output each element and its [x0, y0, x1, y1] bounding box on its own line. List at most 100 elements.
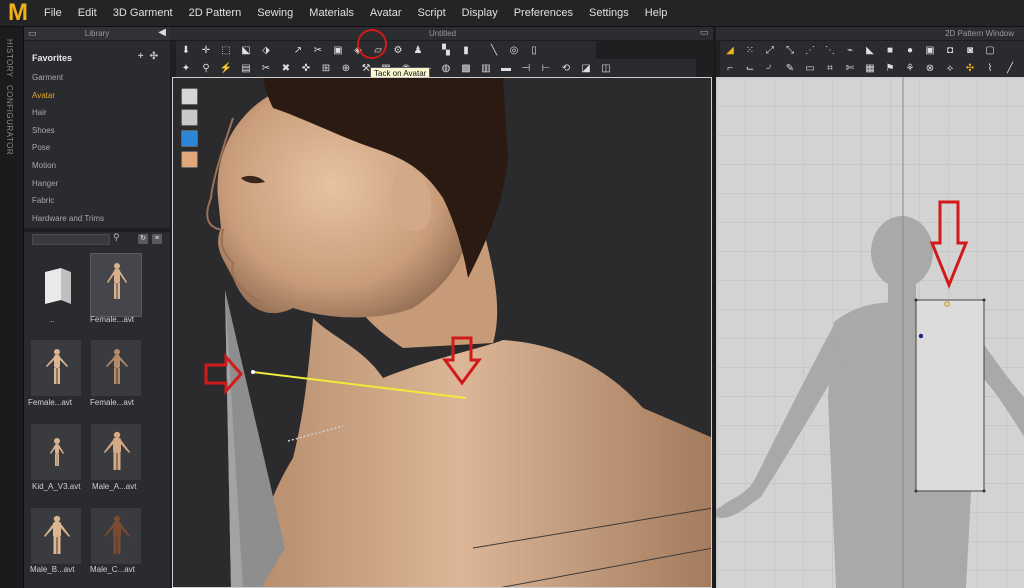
trim-icon[interactable]: ✜	[296, 61, 316, 77]
sewing-icon[interactable]: ⌐	[720, 61, 740, 77]
garment-fit-icon[interactable]: ⚙	[388, 43, 408, 59]
menu-sewing[interactable]: Sewing	[249, 0, 301, 27]
fit-suit-icon[interactable]: ♟	[408, 43, 428, 59]
arrangement-point-icon[interactable]: ⚲	[196, 61, 216, 77]
check-icon[interactable]: ◫	[596, 61, 616, 77]
zipper-icon[interactable]: ✂	[256, 61, 276, 77]
menu-display[interactable]: Display	[454, 0, 506, 27]
internal-polygon-icon[interactable]: ⌁	[840, 43, 860, 59]
ruler-2d-icon[interactable]: ⌇	[980, 61, 1000, 77]
category-shoes[interactable]: Shoes	[24, 122, 170, 140]
skin-display-icon[interactable]	[181, 151, 198, 168]
graphic-icon[interactable]: ⊕	[336, 61, 356, 77]
curve-icon[interactable]: ⤡	[780, 43, 800, 59]
menu-materials[interactable]: Materials	[301, 0, 362, 27]
avatar-display-icon[interactable]	[181, 109, 198, 126]
cut-icon[interactable]: ✄	[840, 61, 860, 77]
segment-sewing-icon[interactable]: ⌙	[740, 61, 760, 77]
select-icon[interactable]: ⬇	[176, 43, 196, 59]
arrange-icon[interactable]: ✂	[308, 43, 328, 59]
menu-avatar[interactable]: Avatar	[362, 0, 410, 27]
fold-2d-icon[interactable]: ⌗	[820, 61, 840, 77]
library-item-avatar[interactable]	[30, 507, 82, 565]
topstitch-icon[interactable]: ✖	[276, 61, 296, 77]
menu-preferences[interactable]: Preferences	[506, 0, 581, 27]
graphic-2d-icon[interactable]: ⊗	[920, 61, 940, 77]
transform-icon[interactable]: ⬕	[236, 43, 256, 59]
add-favorite-icons[interactable]: +✣	[138, 51, 164, 62]
snapshot-icon[interactable]: ◍	[436, 61, 456, 77]
menu-3d-garment[interactable]: 3D Garment	[105, 0, 181, 27]
clone-icon[interactable]: ◪	[576, 61, 596, 77]
garment-display-icon[interactable]	[181, 88, 198, 105]
button-tool-icon[interactable]: ▤	[236, 61, 256, 77]
library-item-avatar[interactable]	[30, 423, 82, 481]
pin-2d-icon[interactable]: ✣	[960, 61, 980, 77]
edit-pattern-icon[interactable]: ⬗	[256, 43, 276, 59]
ruler-icon[interactable]: ▯	[524, 43, 544, 59]
library-search-input[interactable]	[32, 234, 110, 245]
steam-icon[interactable]: ◎	[504, 43, 524, 59]
check-sewing-icon[interactable]: ✎	[780, 61, 800, 77]
tack-icon[interactable]: ▣	[328, 43, 348, 59]
line-2d-icon[interactable]: ╱	[1000, 61, 1020, 77]
pattern-flatten-icon[interactable]: ▥	[476, 61, 496, 77]
shirt-icon[interactable]: ▚	[436, 43, 456, 59]
library-item-avatar[interactable]	[90, 423, 142, 481]
collapse-arrow-icon[interactable]: ◀	[158, 27, 166, 38]
puckering-icon[interactable]: ⊞	[316, 61, 336, 77]
library-item-avatar[interactable]	[90, 339, 142, 397]
add-point-icon[interactable]: ⋰	[800, 43, 820, 59]
category-hair[interactable]: Hair	[24, 104, 170, 122]
internal-rectangle-icon[interactable]: ▣	[920, 43, 940, 59]
fabric-icon[interactable]: ▩	[456, 61, 476, 77]
float-panel-icon[interactable]: ▭	[28, 28, 37, 39]
polygon-icon[interactable]: ⋱	[820, 43, 840, 59]
internal-shape-icon[interactable]: ▢	[980, 43, 1000, 59]
library-item-parent-folder[interactable]	[30, 253, 82, 311]
needle-icon[interactable]: ╲	[484, 43, 504, 59]
category-hardware-and-trims[interactable]: Hardware and Trims	[24, 210, 170, 228]
dart-icon[interactable]: ◙	[960, 43, 980, 59]
edit-point-icon[interactable]: ⁙	[740, 43, 760, 59]
avatar-pose-icon[interactable]: ✦	[176, 61, 196, 77]
edit-curvature-icon[interactable]: ⤢	[760, 43, 780, 59]
favorites-row[interactable]: Favorites +✣	[24, 47, 170, 69]
pattern-icon[interactable]: ◣	[860, 43, 880, 59]
reset-icon[interactable]: ⟲	[556, 61, 576, 77]
texture-2d-icon[interactable]: ⟡	[940, 61, 960, 77]
tab-configurator[interactable]: CONFIGURATOR	[5, 85, 14, 155]
menu-2d-pattern[interactable]: 2D Pattern	[181, 0, 250, 27]
menu-help[interactable]: Help	[637, 0, 676, 27]
menu-file[interactable]: File	[36, 0, 70, 27]
solidify-icon[interactable]: ▬	[496, 61, 516, 77]
refresh-icon[interactable]: ↻	[138, 234, 148, 244]
float-window-icon[interactable]: ▭	[700, 27, 709, 38]
category-pose[interactable]: Pose	[24, 139, 170, 157]
category-avatar[interactable]: Avatar	[24, 87, 170, 105]
hide-icon[interactable]: ⊣	[516, 61, 536, 77]
rectangle-icon[interactable]: ■	[880, 43, 900, 59]
move-icon[interactable]: ✛	[196, 43, 216, 59]
seam-allowance-icon[interactable]: ⚑	[880, 61, 900, 77]
pin-icon[interactable]: ▮	[456, 43, 476, 59]
menu-script[interactable]: Script	[410, 0, 454, 27]
viewport-2d[interactable]	[716, 77, 1024, 588]
menu-settings[interactable]: Settings	[581, 0, 637, 27]
binding-icon[interactable]: ⚘	[900, 61, 920, 77]
category-hanger[interactable]: Hanger	[24, 175, 170, 193]
internal-circle-icon[interactable]: ◘	[940, 43, 960, 59]
library-item-avatar[interactable]	[90, 253, 142, 317]
list-view-icon[interactable]: ≡	[152, 234, 162, 244]
search-icon[interactable]: ⚲	[113, 232, 120, 243]
category-fabric[interactable]: Fabric	[24, 192, 170, 210]
category-garment[interactable]: Garment	[24, 69, 170, 87]
line-tool-icon[interactable]: ↗	[288, 43, 308, 59]
notch-icon[interactable]: ▦	[860, 61, 880, 77]
library-item-avatar[interactable]	[30, 339, 82, 397]
free-sewing-icon[interactable]: ⌏	[760, 61, 780, 77]
split-icon[interactable]: ⊢	[536, 61, 556, 77]
transform-icon[interactable]: ◢	[720, 43, 740, 59]
tack-2d-icon[interactable]: ▭	[800, 61, 820, 77]
tab-history[interactable]: HISTORY	[5, 39, 14, 78]
